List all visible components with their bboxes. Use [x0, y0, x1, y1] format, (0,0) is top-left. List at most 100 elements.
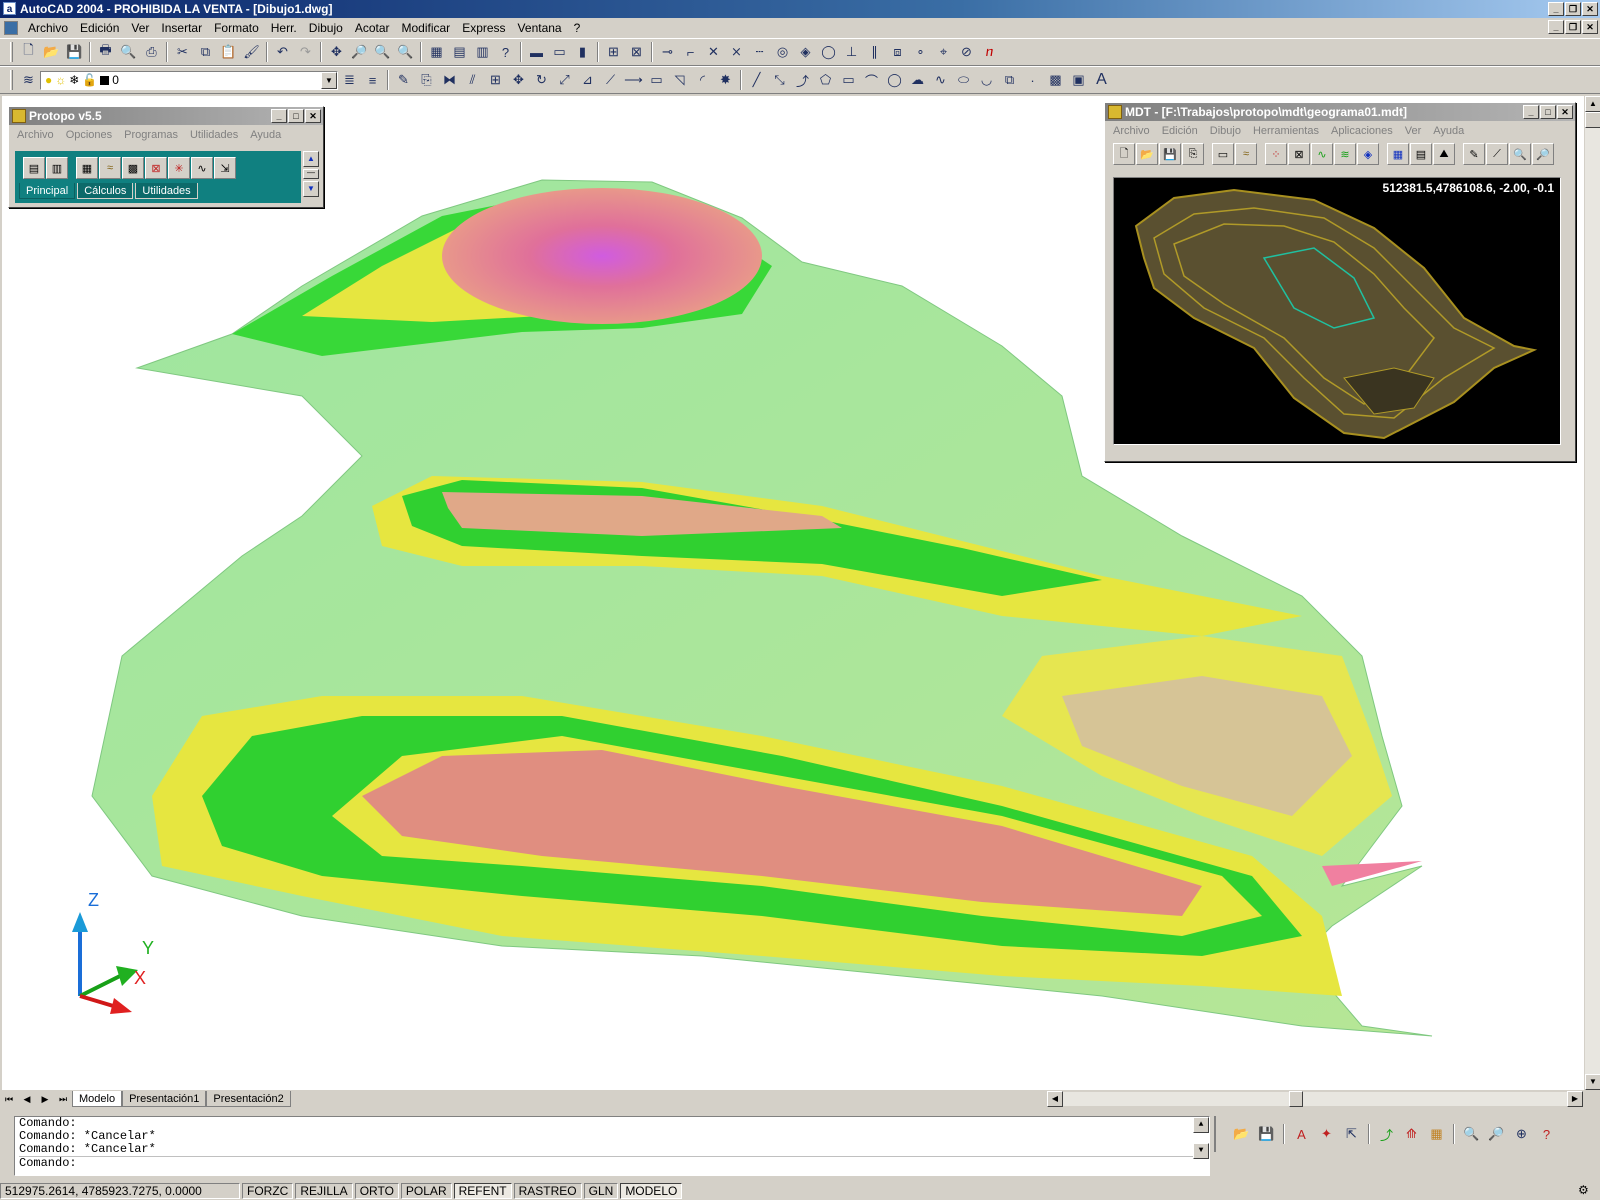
- zoom-in-icon[interactable]: 🔍: [1460, 1123, 1483, 1145]
- status-rejilla[interactable]: REJILLA: [295, 1183, 353, 1199]
- zoom-out-icon[interactable]: 🔎: [1485, 1123, 1508, 1145]
- mdt-open-icon[interactable]: 📂: [1136, 143, 1158, 165]
- command-scroll-up-icon[interactable]: ▲: [1193, 1117, 1209, 1133]
- mdt-close-button[interactable]: ✕: [1557, 105, 1573, 119]
- make-object-layer-current-icon[interactable]: ≣: [338, 69, 361, 91]
- status-rastreo[interactable]: RASTREO: [513, 1183, 582, 1199]
- snap-endpoint-icon[interactable]: ⊸: [656, 41, 679, 63]
- select-icon[interactable]: ⇱: [1340, 1123, 1363, 1145]
- scroll-right-icon[interactable]: ▶: [1567, 1091, 1583, 1107]
- text-style-icon[interactable]: A: [1290, 1123, 1313, 1145]
- match-properties-icon[interactable]: 🖌: [240, 41, 263, 63]
- layer-tool-2-icon[interactable]: ▭: [548, 41, 571, 63]
- redo-icon[interactable]: ↷: [294, 41, 317, 63]
- document-icon[interactable]: [4, 21, 18, 35]
- doc-minimize-button[interactable]: _: [1548, 20, 1564, 34]
- menu-ver[interactable]: Ver: [125, 21, 155, 35]
- snap-quadrant-icon[interactable]: ◈: [794, 41, 817, 63]
- protopo-close-button[interactable]: ✕: [305, 109, 321, 123]
- zoom-extents-icon[interactable]: ⊕: [1510, 1123, 1533, 1145]
- arc-icon[interactable]: ⌒: [860, 69, 883, 91]
- design-center-icon[interactable]: ▤: [448, 41, 471, 63]
- layer-tool-3-icon[interactable]: ▮: [571, 41, 594, 63]
- protopo-xyz-icon[interactable]: ▦: [76, 157, 98, 179]
- mdt-contour-icon[interactable]: ≈: [1235, 143, 1257, 165]
- command-window[interactable]: Comando: Comando: *Cancelar* Comando: *C…: [14, 1116, 1210, 1176]
- chamfer-icon[interactable]: ◹: [668, 69, 691, 91]
- status-modelo[interactable]: MODELO: [620, 1183, 683, 1199]
- status-polar[interactable]: POLAR: [400, 1183, 452, 1199]
- menu-dibujo[interactable]: Dibujo: [303, 21, 349, 35]
- snap-apparent-icon[interactable]: ⨯: [725, 41, 748, 63]
- command-prompt[interactable]: Comando:: [19, 1156, 1209, 1170]
- protopo-title-bar[interactable]: Protopo v5.5 _ □ ✕: [9, 107, 323, 125]
- fillet-icon[interactable]: ◜: [691, 69, 714, 91]
- offset-icon[interactable]: ⫽: [461, 69, 484, 91]
- horizontal-scrollbar[interactable]: ◀ ▶: [1046, 1091, 1584, 1107]
- save-file-icon[interactable]: 💾: [1255, 1123, 1278, 1145]
- zoom-realtime-icon[interactable]: 🔎: [348, 41, 371, 63]
- copy-icon[interactable]: ⧉: [194, 41, 217, 63]
- status-forzc[interactable]: FORZC: [242, 1183, 294, 1199]
- explode-icon[interactable]: ✸: [714, 69, 737, 91]
- menu-archivo[interactable]: Archivo: [22, 21, 74, 35]
- protopo-scroll-down-icon[interactable]: ▼: [303, 181, 319, 197]
- mirror-icon[interactable]: ⧓: [438, 69, 461, 91]
- coordinate-display[interactable]: 512975.2614, 4785923.7275, 0.0000: [0, 1183, 240, 1199]
- mdt-measure-icon[interactable]: ⟋: [1486, 143, 1508, 165]
- open-icon[interactable]: 📂: [40, 41, 63, 63]
- mdt-save-as-icon[interactable]: ⎘: [1182, 143, 1204, 165]
- pan-icon[interactable]: ✥: [325, 41, 348, 63]
- hatch-icon[interactable]: ▩: [1044, 69, 1067, 91]
- mdt-pencil-icon[interactable]: ✎: [1463, 143, 1485, 165]
- circle-icon[interactable]: ◯: [883, 69, 906, 91]
- spline-icon[interactable]: ∿: [929, 69, 952, 91]
- ellipse-arc-icon[interactable]: ◡: [975, 69, 998, 91]
- table-tool-icon[interactable]: ▦: [1425, 1123, 1448, 1145]
- tab-presentacion1[interactable]: Presentación1: [122, 1091, 207, 1107]
- snap-insert-icon[interactable]: ⧈: [886, 41, 909, 63]
- snap-parallel-icon[interactable]: ∥: [863, 41, 886, 63]
- protopo-menu-archivo[interactable]: Archivo: [17, 129, 54, 141]
- trim-icon[interactable]: ⟋: [599, 69, 622, 91]
- protopo-scroll-thumb[interactable]: —: [303, 169, 319, 179]
- snap-perpendicular-icon[interactable]: ⊥: [840, 41, 863, 63]
- command-scrollbar[interactable]: ▲ ▼: [1193, 1117, 1209, 1159]
- doc-close-button[interactable]: ✕: [1582, 20, 1598, 34]
- menu-herr[interactable]: Herr.: [265, 21, 303, 35]
- break-icon[interactable]: ▭: [645, 69, 668, 91]
- minimize-button[interactable]: _: [1548, 2, 1564, 16]
- tab-presentacion2[interactable]: Presentación2: [206, 1091, 291, 1107]
- mdt-points-icon[interactable]: ⁘: [1265, 143, 1287, 165]
- tray-settings-icon[interactable]: ⚙: [1578, 1183, 1596, 1199]
- revision-cloud-icon[interactable]: ☁: [906, 69, 929, 91]
- next-tab-icon[interactable]: ▶: [36, 1091, 54, 1107]
- protopo-tool-1-icon[interactable]: ▤: [23, 157, 45, 179]
- snap-tangent-icon[interactable]: ◯: [817, 41, 840, 63]
- move-icon[interactable]: ✥: [507, 69, 530, 91]
- properties-icon[interactable]: ▦: [425, 41, 448, 63]
- vertical-scrollbar[interactable]: ▲ ▼: [1584, 96, 1600, 1090]
- first-tab-icon[interactable]: ⏮: [0, 1091, 18, 1107]
- construction-line-icon[interactable]: ⤡: [768, 69, 791, 91]
- mdt-curves-icon[interactable]: ∿: [1311, 143, 1333, 165]
- help-icon[interactable]: ?: [494, 41, 517, 63]
- doc-restore-button[interactable]: ❐: [1565, 20, 1581, 34]
- snap-midpoint-icon[interactable]: ⌐: [679, 41, 702, 63]
- status-orto[interactable]: ORTO: [354, 1183, 399, 1199]
- protopo-tab-principal[interactable]: Principal: [19, 183, 76, 199]
- protopo-menu-programas[interactable]: Programas: [124, 129, 178, 141]
- snap-center-icon[interactable]: ◎: [771, 41, 794, 63]
- status-refent[interactable]: REFENT: [453, 1183, 512, 1199]
- scroll-up-icon[interactable]: ▲: [1585, 96, 1600, 112]
- region-icon[interactable]: ▣: [1067, 69, 1090, 91]
- snap-nearest-icon[interactable]: ⌖: [932, 41, 955, 63]
- snap-none-icon[interactable]: ⊘: [955, 41, 978, 63]
- express-tool-1-icon[interactable]: ⊞: [602, 41, 625, 63]
- vertical-scroll-thumb[interactable]: [1585, 112, 1600, 128]
- protopo-export-icon[interactable]: ⇲: [214, 157, 236, 179]
- protopo-scroll-up-icon[interactable]: ▲: [303, 151, 319, 167]
- erase-icon[interactable]: ✎: [392, 69, 415, 91]
- mdt-zoom-in-icon[interactable]: 🔍: [1509, 143, 1531, 165]
- menu-express[interactable]: Express: [456, 21, 511, 35]
